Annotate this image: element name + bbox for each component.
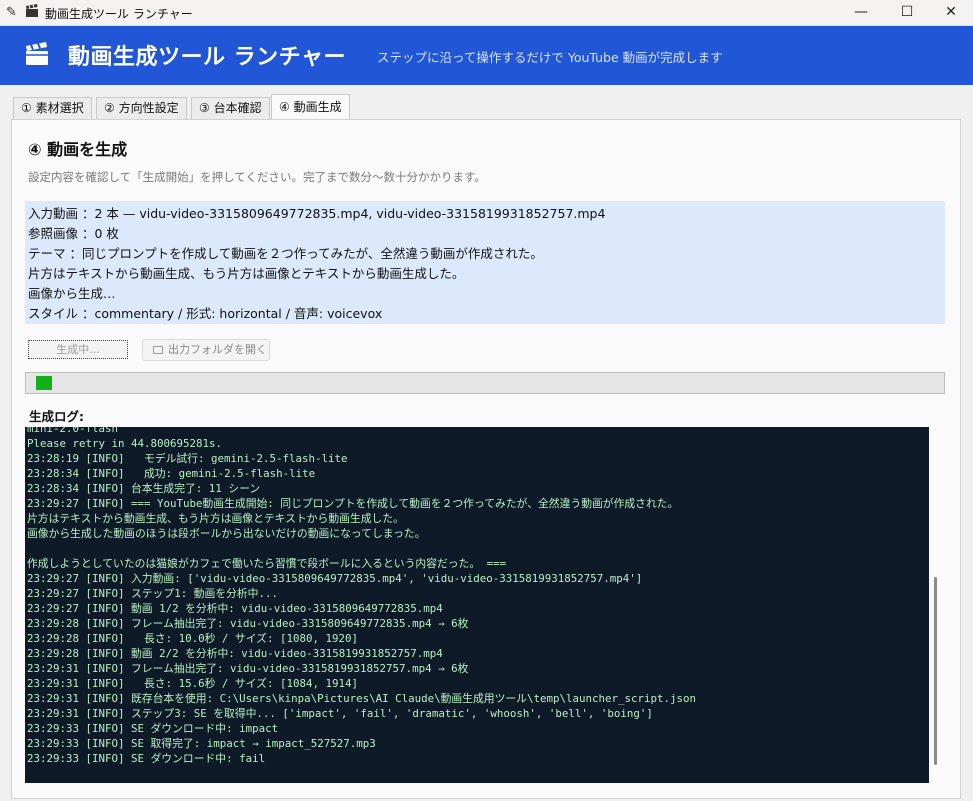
generate-button[interactable]: 生成中... — [28, 340, 128, 359]
open-output-folder-button[interactable]: 出力フォルダを開く — [142, 339, 270, 361]
summary-style: スタイル ：commentary / 形式: horizontal / 音声: … — [28, 306, 383, 321]
tab-video-generation[interactable]: ④ 動画生成 — [271, 94, 350, 120]
summary-theme-truncated: 画像から生成… — [28, 286, 116, 301]
log-line: 片方はテキストから動画生成、もう片方は画像とテキストから動画生成した。 — [27, 512, 404, 525]
summary-reference-images: 参照画像 ：0 枚 — [28, 226, 119, 241]
clapperboard-small-icon — [26, 4, 38, 17]
log-lines: mini-2.0-flash Please retry in 44.8006952… — [27, 427, 696, 766]
tab-direction-settings[interactable]: ② 方向性設定 — [96, 97, 187, 119]
app-title: 動画生成ツール ランチャー — [68, 45, 346, 70]
progress-bar — [25, 372, 945, 394]
log-label: 生成ログ: — [29, 409, 84, 424]
open-output-folder-label: 出力フォルダを開く — [168, 343, 267, 356]
log-line: 23:29:27 [INFO] 入力動画: ['vidu-video-33158… — [27, 572, 643, 585]
log-line: 23:29:31 [INFO] 既存台本を使用: C:\Users\kinpa\… — [27, 692, 696, 705]
log-line: 23:29:31 [INFO] ステップ3: SE を取得中... ['impa… — [27, 707, 653, 720]
log-line: 23:29:27 [INFO] === YouTube動画生成開始: 同じプロン… — [27, 497, 679, 510]
summary-theme-continued: 片方はテキストから動画生成、もう片方は画像とテキストから動画生成した。 — [28, 266, 465, 281]
tab-material-select[interactable]: ① 素材選択 — [13, 97, 92, 119]
log-output[interactable]: mini-2.0-flash Please retry in 44.8006952… — [25, 427, 929, 783]
minimize-button[interactable]: — — [838, 0, 884, 26]
log-line: 23:29:27 [INFO] ステップ1: 動画を分析中... — [27, 587, 278, 600]
log-line: 23:29:33 [INFO] SE 取得完了: impact → impact… — [27, 737, 376, 750]
app-subtitle: ステップに沿って操作するだけで YouTube 動画が完成します — [377, 50, 723, 65]
log-line: 23:28:19 [INFO] モデル試行: gemini-2.5-flash-… — [27, 452, 348, 465]
progress-fill — [36, 376, 52, 390]
maximize-button[interactable]: ☐ — [884, 0, 930, 26]
folder-icon — [153, 346, 163, 354]
section-title: ④ 動画を生成 — [28, 140, 128, 159]
feather-icon: ✎ — [6, 5, 17, 20]
tab-script-review[interactable]: ③ 台本確認 — [191, 97, 270, 119]
log-line: 23:29:28 [INFO] フレーム抽出完了: vidu-video-331… — [27, 617, 469, 630]
log-scrollbar-thumb[interactable] — [934, 577, 937, 765]
close-button[interactable]: ✕ — [928, 0, 973, 26]
log-line: 23:28:34 [INFO] 台本生成完了: 11 シーン — [27, 482, 261, 495]
log-line: 23:29:27 [INFO] 動画 1/2 を分析中: vidu-video-… — [27, 602, 443, 615]
log-line: Please retry in 44.800695281s. — [27, 437, 223, 450]
log-line: mini-2.0-flash — [27, 427, 119, 435]
section-description: 設定内容を確認して「生成開始」を押してください。完了まで数分～数十分かかります。 — [28, 170, 486, 184]
app-header: 動画生成ツール ランチャー ステップに沿って操作するだけで YouTube 動画… — [0, 26, 973, 85]
summary-input-videos: 入力動画 ：2 本 — vidu-video-3315809649772835.… — [28, 206, 606, 221]
clapperboard-icon — [26, 42, 48, 65]
log-line: 23:28:34 [INFO] 成功: gemini-2.5-flash-lit… — [27, 467, 316, 480]
log-line: 画像から生成した動画のほうは段ボールから出ないだけの動画になってしまった。 — [27, 527, 426, 540]
window-title-bar: ✎ 動画生成ツール ランチャー — ☐ ✕ — [0, 0, 973, 26]
log-line: 23:29:31 [INFO] フレーム抽出完了: vidu-video-331… — [27, 662, 469, 675]
log-line: 23:29:33 [INFO] SE ダウンロード中: fail — [27, 752, 266, 765]
settings-summary-box: 入力動画 ：2 本 — vidu-video-3315809649772835.… — [25, 201, 945, 324]
log-line: 23:29:33 [INFO] SE ダウンロード中: impact — [27, 722, 279, 735]
window-title: 動画生成ツール ランチャー — [45, 7, 193, 21]
log-line: 23:29:28 [INFO] 動画 2/2 を分析中: vidu-video-… — [27, 647, 443, 660]
log-line: 23:29:31 [INFO] 長さ: 15.6秒 / サイズ: [1084, … — [27, 677, 358, 690]
log-line: 作成しようとしていたのは猫娘がカフェで働いたら習慣で段ボールに入るという内容だっ… — [27, 557, 507, 570]
summary-theme: テーマ ：同じプロンプトを作成して動画を２つ作ってみたが、全然違う動画が作成され… — [28, 246, 543, 261]
log-line: 23:29:28 [INFO] 長さ: 10.0秒 / サイズ: [1080, … — [27, 632, 358, 645]
